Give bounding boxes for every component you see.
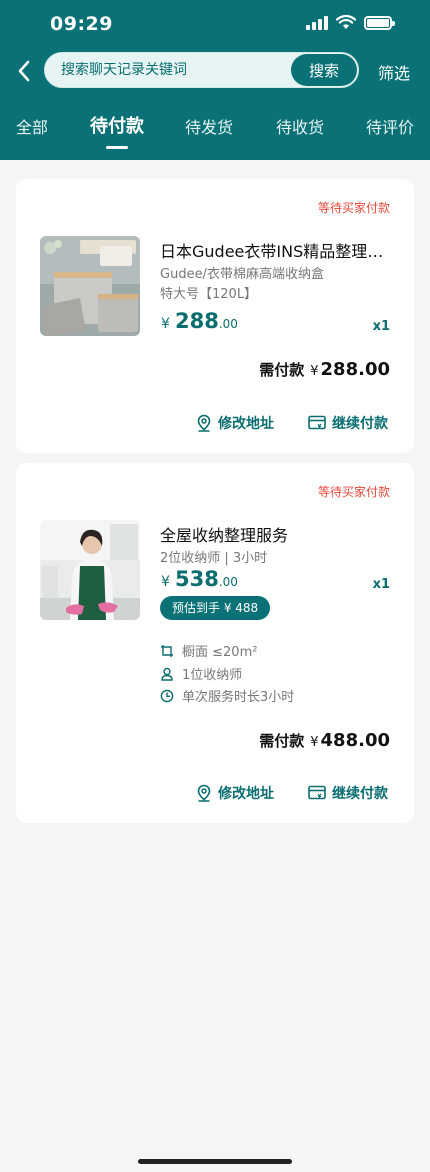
product-quantity: x1: [372, 319, 390, 334]
status-icons: [306, 15, 395, 30]
modify-address-button[interactable]: 修改地址: [196, 413, 274, 433]
price-integer: 538: [175, 567, 219, 591]
spec-area: 橱面 ≤20m²: [160, 641, 257, 660]
total-amount: 288.00: [320, 359, 390, 380]
modify-address-button[interactable]: 修改地址: [196, 783, 274, 803]
person-icon: [161, 667, 173, 681]
modify-address-label: 修改地址: [218, 416, 274, 432]
payment-card-icon: [308, 785, 326, 800]
price-decimal: .00: [218, 317, 238, 331]
order-total: 需付款 ¥ 488.00: [259, 730, 390, 751]
product-image: [40, 236, 140, 336]
spec-staff: 1位收纳师: [160, 664, 242, 683]
header: 09:29 搜索 筛选 全部 待付款 待发货 待收货 待评价: [0, 0, 430, 160]
clock-icon: [160, 689, 174, 702]
spec-area-text: 橱面 ≤20m²: [182, 645, 258, 660]
wifi-icon: [336, 15, 356, 29]
continue-payment-label: 继续付款: [332, 786, 388, 802]
product-spec: 特大号【120L】: [160, 287, 258, 302]
spec-duration-text: 单次服务时长3小时: [182, 690, 295, 705]
payment-card-icon: [308, 415, 326, 430]
price-currency: ¥: [161, 316, 170, 332]
tab-pending-shipment[interactable]: 待发货: [185, 114, 233, 138]
service-price: ¥ 538.00: [161, 567, 238, 591]
order-tabs: 全部 待付款 待发货 待收货 待评价: [0, 110, 430, 150]
order-total: 需付款 ¥ 288.00: [259, 359, 390, 380]
status-time: 09:29: [50, 13, 113, 35]
tab-pending-review[interactable]: 待评价: [366, 114, 414, 138]
tab-pending-receipt[interactable]: 待收货: [276, 114, 324, 138]
product-price: ¥ 288.00: [161, 309, 238, 333]
tab-all[interactable]: 全部: [16, 114, 48, 138]
spec-duration: 单次服务时长3小时: [160, 686, 294, 705]
cellular-signal-icon: [306, 15, 328, 30]
price-integer: 288: [175, 309, 219, 333]
order-card[interactable]: 等待买家付款 全屋收纳整理服务 2位收纳师 | 3小时 ¥ 538.00 x1 …: [16, 463, 414, 823]
service-subtitle: 2位收纳师 | 3小时: [160, 551, 268, 566]
status-bar: 09:29: [0, 0, 430, 50]
order-card[interactable]: 等待买家付款 日本Gudee衣带INS精品整理箱收纳 Gudee/衣带棉麻高端收…: [16, 179, 414, 453]
tab-pending-payment[interactable]: 待付款: [90, 112, 144, 138]
service-title: 全屋收纳整理服务: [160, 526, 289, 545]
continue-payment-button[interactable]: 继续付款: [308, 783, 388, 803]
home-indicator: [138, 1159, 292, 1164]
total-label: 需付款: [259, 732, 305, 750]
modify-address-label: 修改地址: [218, 786, 274, 802]
search-button[interactable]: 搜索: [291, 54, 357, 86]
service-image: [40, 520, 140, 620]
location-pin-icon: [197, 784, 211, 802]
service-quantity: x1: [372, 577, 390, 592]
total-amount: 488.00: [320, 730, 390, 751]
estimate-badge: 预估到手 ¥ 488: [160, 596, 271, 620]
search-row: 搜索 筛选: [0, 50, 430, 92]
product-subtitle: Gudee/衣带棉麻高端收纳盒: [160, 267, 324, 282]
filter-button[interactable]: 筛选: [378, 60, 410, 84]
search-input[interactable]: [61, 53, 291, 87]
product-title: 日本Gudee衣带INS精品整理箱收纳: [160, 242, 392, 261]
active-tab-indicator: [106, 146, 128, 149]
continue-payment-button[interactable]: 继续付款: [308, 413, 388, 433]
price-currency: ¥: [161, 574, 170, 590]
total-currency: ¥: [310, 735, 319, 750]
order-status: 等待买家付款: [317, 485, 390, 499]
back-arrow-icon[interactable]: [12, 56, 36, 86]
location-pin-icon: [197, 414, 211, 432]
search-box: 搜索: [44, 52, 359, 88]
order-status: 等待买家付款: [317, 201, 390, 215]
battery-icon: [364, 15, 395, 30]
total-label: 需付款: [259, 361, 305, 379]
continue-payment-label: 继续付款: [332, 416, 388, 432]
total-currency: ¥: [310, 364, 319, 379]
area-icon: [161, 644, 173, 657]
spec-staff-text: 1位收纳师: [182, 668, 243, 683]
price-decimal: .00: [218, 575, 238, 589]
